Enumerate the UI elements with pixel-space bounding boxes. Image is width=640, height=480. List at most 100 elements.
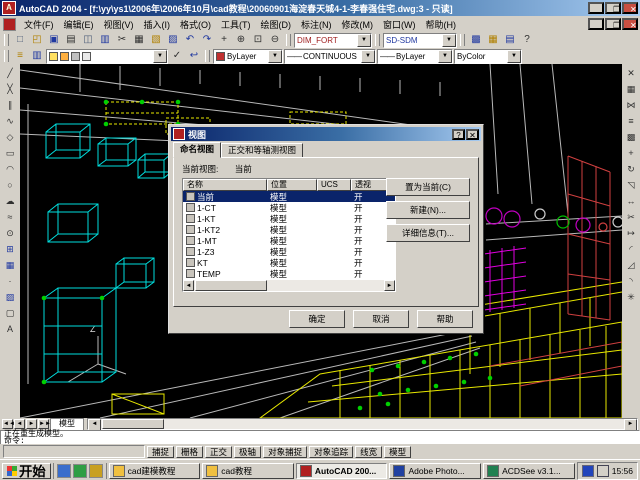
chevron-down-icon[interactable]: ▼ — [357, 34, 371, 47]
task-photoshop[interactable]: Adobe Photo... — [389, 463, 481, 479]
properties-icon[interactable]: ▩ — [468, 33, 484, 47]
hatch-icon[interactable]: ▨ — [2, 290, 18, 305]
ellipse-icon[interactable]: ⊙ — [2, 226, 18, 241]
menu-window[interactable]: 窗口(W) — [378, 17, 421, 32]
chevron-down-icon[interactable]: ▼ — [507, 50, 521, 63]
grid-toggle[interactable]: 栅格 — [176, 446, 203, 458]
menu-insert[interactable]: 插入(I) — [139, 17, 176, 32]
doc-minimize-button[interactable]: _ — [588, 18, 604, 30]
menu-draw[interactable]: 绘图(D) — [256, 17, 297, 32]
view-list-row[interactable]: 当前 模型 开 — [183, 191, 395, 202]
move-icon[interactable]: + — [623, 146, 639, 161]
menu-file[interactable]: 文件(F) — [19, 17, 59, 32]
paste-icon[interactable]: ▧ — [148, 33, 164, 47]
chevron-down-icon[interactable]: ▼ — [442, 34, 456, 47]
listview-hscrollbar[interactable]: ◄ ► — [183, 280, 395, 291]
tab-ortho-iso-views[interactable]: 正交和等轴测视图 — [221, 143, 303, 158]
help-button[interactable]: 帮助 — [417, 310, 473, 328]
column-ucs[interactable]: UCS — [317, 179, 351, 191]
trim-icon[interactable]: ✂ — [623, 210, 639, 225]
chevron-down-icon[interactable]: ▼ — [153, 50, 167, 63]
linetype-combo[interactable]: —— CONTINUOUS ▼ — [284, 49, 376, 64]
osnap-toggle[interactable]: 对象捕捉 — [263, 446, 307, 458]
make-block-icon[interactable]: ▦ — [2, 258, 18, 273]
tab-next-button[interactable]: ► — [26, 419, 37, 429]
stretch-icon[interactable]: ↔ — [623, 194, 639, 209]
array-icon[interactable]: ▩ — [623, 130, 639, 145]
view-list-row[interactable]: 1-KT2 模型 开 — [183, 224, 395, 235]
snap-toggle[interactable]: 捕捉 — [147, 446, 174, 458]
point-icon[interactable]: · — [2, 274, 18, 289]
menu-dimension[interactable]: 标注(N) — [296, 17, 337, 32]
tab-last-button[interactable]: ►► — [38, 419, 49, 429]
zoom-previous-icon[interactable]: ⊖ — [267, 33, 283, 47]
match-properties-icon[interactable]: ▨ — [165, 33, 181, 47]
task-autocad[interactable]: AutoCAD 200... — [296, 463, 388, 479]
dialog-help-icon[interactable]: ? — [452, 129, 465, 140]
cancel-button[interactable]: 取消 — [353, 310, 409, 328]
tool-palettes-icon[interactable]: ▤ — [502, 33, 518, 47]
polygon-icon[interactable]: ◇ — [2, 130, 18, 145]
undo-icon[interactable]: ↶ — [182, 33, 198, 47]
view-list-row[interactable]: TEMP 模型 开 — [183, 268, 395, 279]
view-list-row[interactable]: 1-KT 模型 开 — [183, 213, 395, 224]
tab-model[interactable]: 模型 — [50, 418, 84, 430]
layer-combo[interactable]: ▼ — [46, 49, 168, 64]
tab-prev-button[interactable]: ◄ — [14, 419, 25, 429]
toolbar-grip[interactable] — [286, 34, 291, 46]
otrack-toggle[interactable]: 对象追踪 — [309, 446, 353, 458]
multiline-icon[interactable]: ∥ — [2, 98, 18, 113]
view-list-row[interactable]: 1-CT 模型 开 — [183, 202, 395, 213]
task-acdsee[interactable]: ACDSee v3.1... — [483, 463, 575, 479]
menu-help[interactable]: 帮助(H) — [421, 17, 462, 32]
restore-button[interactable]: ❐ — [605, 2, 621, 14]
menu-tools[interactable]: 工具(T) — [216, 17, 256, 32]
ime-indicator-icon[interactable] — [582, 465, 594, 477]
publish-icon[interactable]: ▥ — [97, 33, 113, 47]
designcenter-icon[interactable]: ▦ — [485, 33, 501, 47]
clock[interactable]: 15:56 — [612, 466, 633, 476]
scroll-right-icon[interactable]: ► — [384, 280, 395, 291]
polar-toggle[interactable]: 极轴 — [234, 446, 261, 458]
construction-line-icon[interactable]: ╳ — [2, 82, 18, 97]
layer-properties-manager-icon[interactable]: ≡ — [12, 49, 28, 63]
view-list-row[interactable]: 1-MT 模型 开 — [183, 235, 395, 246]
column-name[interactable]: 名称 — [183, 179, 267, 191]
zoom-realtime-icon[interactable]: ⊕ — [233, 33, 249, 47]
erase-icon[interactable]: ✕ — [623, 66, 639, 81]
tab-first-button[interactable]: ◄◄ — [2, 419, 13, 429]
plotstyle-combo[interactable]: ByColor ▼ — [454, 49, 522, 64]
scroll-thumb[interactable] — [102, 419, 164, 429]
new-icon[interactable]: □ — [12, 33, 28, 47]
task-cad-modeling-folder[interactable]: cad建模教程 — [109, 463, 201, 479]
show-desktop-icon[interactable] — [73, 464, 87, 478]
dim-style-combo[interactable]: DIM_FORT ▼ — [294, 33, 372, 48]
media-player-icon[interactable] — [89, 464, 103, 478]
extend-icon[interactable]: ↦ — [623, 226, 639, 241]
region-icon[interactable]: ▢ — [2, 306, 18, 321]
view-list-row[interactable]: KT 模型 开 — [183, 257, 395, 268]
arc-icon[interactable]: ◠ — [2, 162, 18, 177]
break-icon[interactable]: ◜ — [623, 242, 639, 257]
layer-states-icon[interactable]: ▥ — [29, 49, 45, 63]
column-location[interactable]: 位置 — [267, 179, 317, 191]
layer-previous-icon[interactable]: ↩ — [186, 49, 202, 63]
set-current-button[interactable]: 置为当前(C) — [386, 178, 470, 196]
insert-block-icon[interactable]: ⊞ — [2, 242, 18, 257]
lineweight-combo[interactable]: —— ByLayer ▼ — [377, 49, 453, 64]
toolbar-grip[interactable] — [205, 50, 210, 62]
rectangle-icon[interactable]: ▭ — [2, 146, 18, 161]
text-style-combo[interactable]: SD-SDM ▼ — [383, 33, 457, 48]
chevron-down-icon[interactable]: ▼ — [268, 50, 282, 63]
scale-icon[interactable]: ◹ — [623, 178, 639, 193]
plot-icon[interactable]: ▤ — [63, 33, 79, 47]
details-button[interactable]: 详细信息(T)... — [386, 224, 470, 242]
mtext-icon[interactable]: A — [2, 322, 18, 337]
rotate-icon[interactable]: ↻ — [623, 162, 639, 177]
copy-object-icon[interactable]: ▦ — [623, 82, 639, 97]
doc-close-button[interactable]: ✕ — [622, 18, 638, 30]
polyline-icon[interactable]: ∿ — [2, 114, 18, 129]
circle-icon[interactable]: ○ — [2, 178, 18, 193]
toolbar-grip[interactable] — [375, 34, 380, 46]
fillet-icon[interactable]: ◝ — [623, 274, 639, 289]
